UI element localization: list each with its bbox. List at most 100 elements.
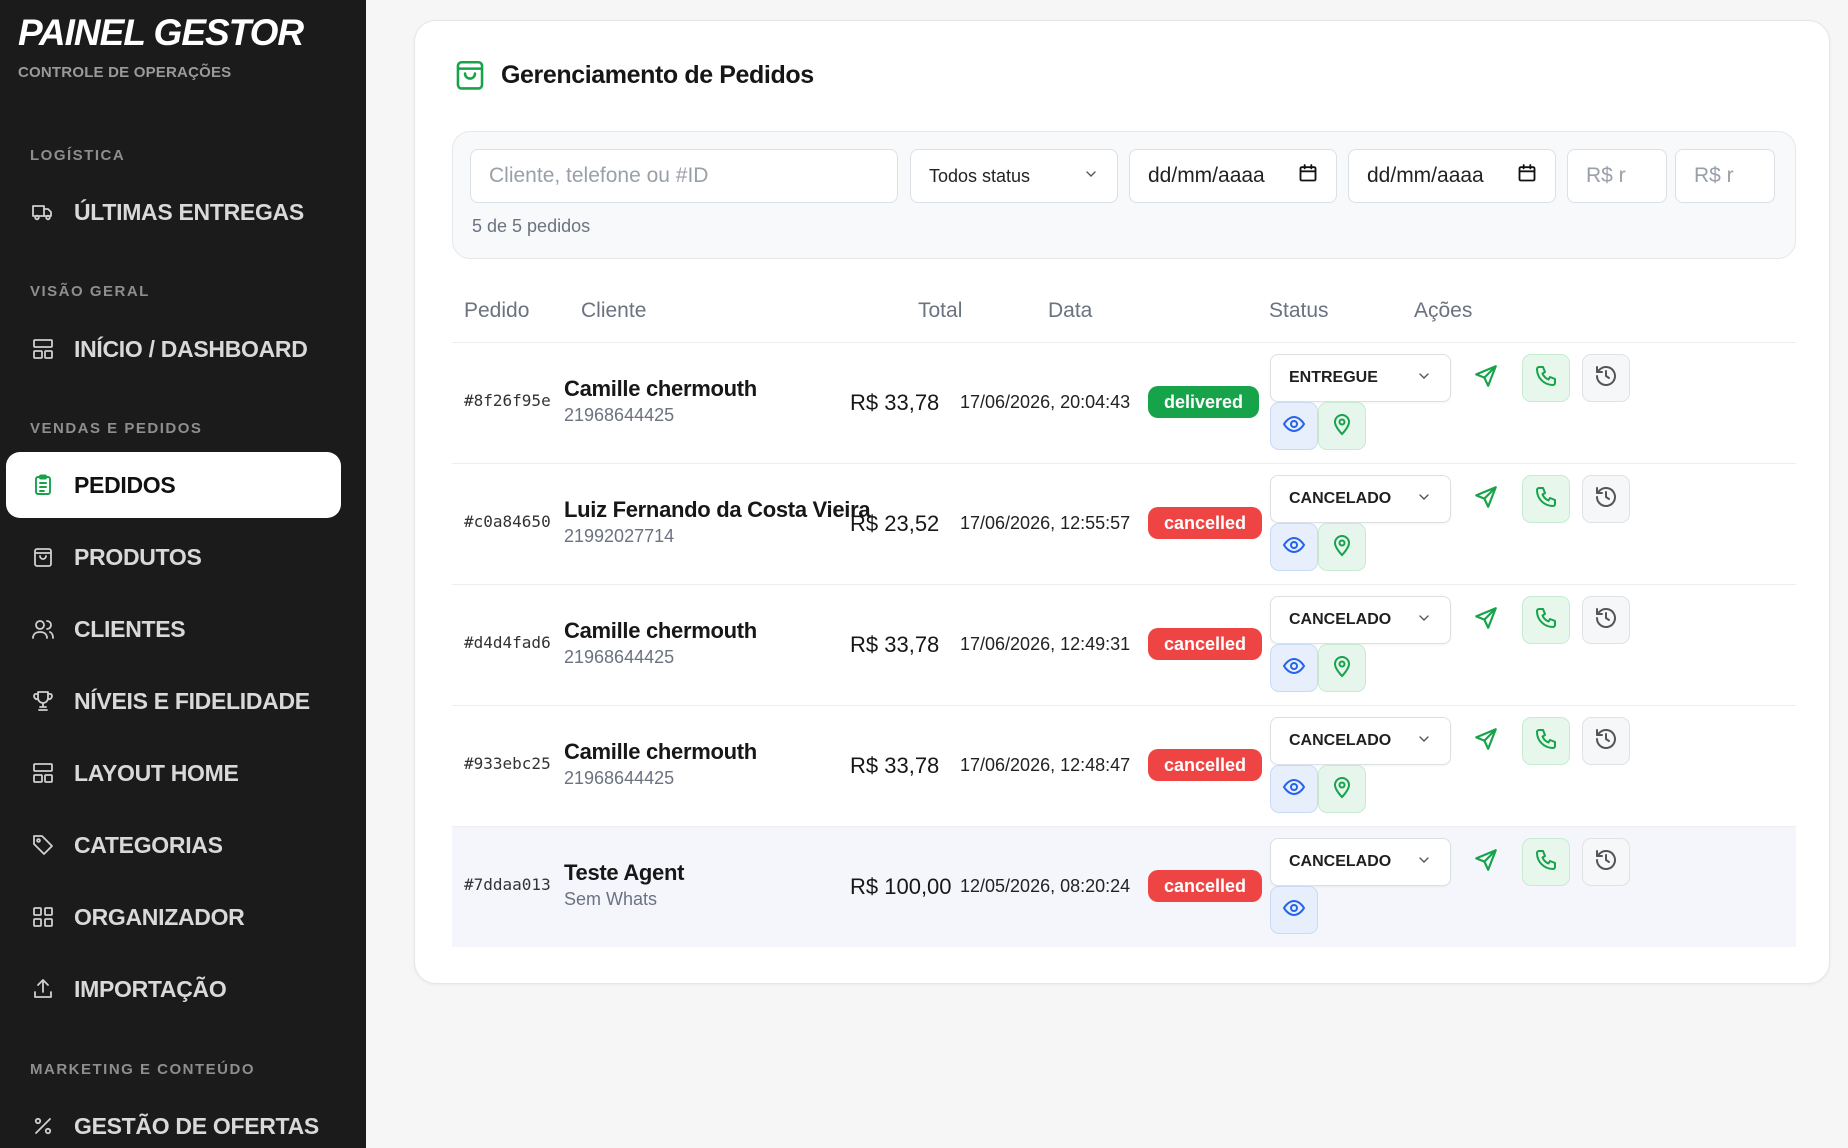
eye-icon (1282, 896, 1306, 925)
view-order-button[interactable] (1270, 523, 1318, 571)
phone-icon (1534, 606, 1558, 635)
status-update-value: CANCELADO (1289, 853, 1392, 870)
sidebar-item-niveis[interactable]: NÍVEIS E FIDELIDADE (6, 668, 341, 734)
card-header: Gerenciamento de Pedidos (453, 57, 814, 93)
sidebar: PAINEL GESTOR CONTROLE DE OPERAÇÕES LOGÍ… (0, 0, 366, 1148)
eye-icon (1282, 654, 1306, 683)
sidebar-item-gestao-ofertas[interactable]: GESTÃO DE OFERTAS (6, 1093, 341, 1148)
orders-card: Gerenciamento de Pedidos Cliente, telefo… (414, 20, 1830, 984)
date-to-input[interactable]: dd/mm/aaaa (1348, 149, 1556, 203)
order-total: R$ 100,00 (850, 874, 952, 899)
view-order-button[interactable] (1270, 644, 1318, 692)
whatsapp-call-button[interactable] (1522, 354, 1570, 402)
sidebar-item-layout-home[interactable]: LAYOUT HOME (6, 740, 341, 806)
send-button[interactable] (1462, 717, 1510, 765)
history-button[interactable] (1582, 475, 1630, 523)
status-update-select[interactable]: CANCELADO (1270, 838, 1451, 886)
history-button[interactable] (1582, 354, 1630, 402)
sidebar-item-label: CATEGORIAS (74, 831, 223, 858)
layout-icon (30, 336, 56, 362)
chevron-down-icon (1416, 610, 1432, 631)
view-order-button[interactable] (1270, 402, 1318, 450)
sidebar-item-label: PRODUTOS (74, 543, 202, 570)
phone-icon (1534, 848, 1558, 877)
status-update-select[interactable]: CANCELADO (1270, 596, 1451, 644)
order-total: R$ 33,78 (850, 753, 940, 778)
sidebar-item-produtos[interactable]: PRODUTOS (6, 524, 341, 590)
sidebar-item-label: IMPORTAÇÃO (74, 975, 227, 1002)
date-from-input[interactable]: dd/mm/aaaa (1129, 149, 1337, 203)
column-header-total: Total (918, 299, 963, 322)
send-button[interactable] (1462, 838, 1510, 886)
table-row: #d4d4fad6 Camille chermouth 21968644425 R$ … (452, 584, 1796, 705)
send-button[interactable] (1462, 475, 1510, 523)
order-date: 17/06/2026, 12:48:47 (960, 755, 1131, 775)
history-icon (1594, 848, 1618, 877)
phone-icon (1534, 485, 1558, 514)
sidebar-item-categorias[interactable]: CATEGORIAS (6, 812, 341, 878)
sidebar-item-dashboard[interactable]: INÍCIO / DASHBOARD (6, 316, 341, 382)
map-pin-icon (1330, 412, 1354, 441)
order-date: 17/06/2026, 12:49:31 (960, 634, 1131, 654)
status-update-select[interactable]: CANCELADO (1270, 717, 1451, 765)
column-header-acoes: Ações (1414, 299, 1473, 322)
brand-subtitle: CONTROLE DE OPERAÇÕES (18, 64, 232, 81)
chevron-down-icon (1416, 489, 1432, 510)
sidebar-item-clientes[interactable]: CLIENTES (6, 596, 341, 662)
history-button[interactable] (1582, 717, 1630, 765)
section-vendas: VENDAS E PEDIDOS (30, 420, 203, 437)
location-button[interactable] (1318, 765, 1366, 813)
sidebar-item-label: PEDIDOS (74, 471, 176, 498)
whatsapp-call-button[interactable] (1522, 475, 1570, 523)
history-icon (1594, 606, 1618, 635)
customer-name: Camille chermouth (564, 376, 757, 401)
customer-phone: 21968644425 (564, 768, 675, 788)
location-button[interactable] (1318, 523, 1366, 571)
status-update-value: CANCELADO (1289, 611, 1392, 628)
brand: PAINEL GESTOR CONTROLE DE OPERAÇÕES (18, 12, 304, 81)
history-icon (1594, 727, 1618, 756)
view-order-button[interactable] (1270, 886, 1318, 934)
calendar-icon[interactable] (1517, 163, 1537, 189)
status-update-select[interactable]: ENTREGUE (1270, 354, 1451, 402)
sidebar-item-organizador[interactable]: ORGANIZADOR (6, 884, 341, 950)
sidebar-item-ultimas-entregas[interactable]: ÚLTIMAS ENTREGAS (6, 179, 341, 245)
search-input[interactable]: Cliente, telefone ou #ID (470, 149, 898, 203)
phone-icon (1534, 364, 1558, 393)
section-marketing: MARKETING E CONTEÚDO (30, 1061, 255, 1078)
whatsapp-call-button[interactable] (1522, 717, 1570, 765)
sidebar-item-label: LAYOUT HOME (74, 759, 239, 786)
date-from-value: dd/mm/aaaa (1148, 164, 1265, 187)
whatsapp-call-button[interactable] (1522, 596, 1570, 644)
location-button[interactable] (1318, 644, 1366, 692)
order-id: #d4d4fad6 (464, 633, 551, 652)
truck-icon (30, 199, 56, 225)
map-pin-icon (1330, 775, 1354, 804)
status-update-select[interactable]: CANCELADO (1270, 475, 1451, 523)
section-logistica: LOGÍSTICA (30, 147, 126, 164)
customer-name: Teste Agent (564, 860, 685, 885)
status-select[interactable]: Todos status (910, 149, 1118, 203)
chevron-down-icon (1416, 368, 1432, 389)
calendar-icon[interactable] (1298, 163, 1318, 189)
orders-count: 5 de 5 pedidos (472, 216, 591, 236)
order-date: 17/06/2026, 12:55:57 (960, 513, 1131, 533)
location-button[interactable] (1318, 402, 1366, 450)
whatsapp-call-button[interactable] (1522, 838, 1570, 886)
sidebar-item-importacao[interactable]: IMPORTAÇÃO (6, 956, 341, 1022)
date-to-value: dd/mm/aaaa (1367, 164, 1484, 187)
customer-phone: Sem Whats (564, 889, 658, 909)
column-header-data: Data (1048, 299, 1093, 322)
column-header-cliente: Cliente (581, 299, 647, 322)
customer-name: Camille chermouth (564, 739, 757, 764)
send-button[interactable] (1462, 354, 1510, 402)
history-button[interactable] (1582, 838, 1630, 886)
max-value-input[interactable]: R$ r (1675, 149, 1775, 203)
min-value-input[interactable]: R$ r (1567, 149, 1667, 203)
send-button[interactable] (1462, 596, 1510, 644)
view-order-button[interactable] (1270, 765, 1318, 813)
history-button[interactable] (1582, 596, 1630, 644)
sidebar-item-pedidos[interactable]: PEDIDOS (6, 452, 341, 518)
chevron-down-icon (1083, 166, 1099, 187)
order-id: #933ebc25 (464, 754, 551, 773)
